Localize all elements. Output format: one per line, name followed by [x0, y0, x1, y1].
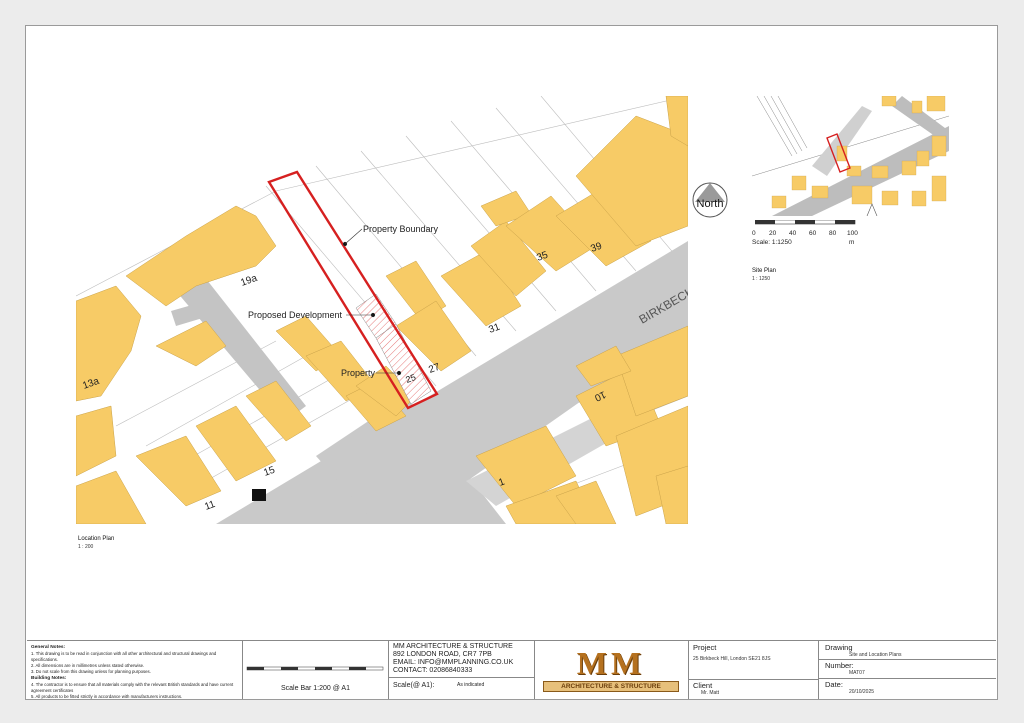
- drawing-label: Drawing: [825, 643, 853, 652]
- site-scale-text: Scale: 1:1250: [752, 239, 792, 246]
- location-plan-caption-scale: 1 : 200: [78, 543, 94, 550]
- building-note-5: 5. All products to be fitted strictly in…: [31, 693, 183, 699]
- location-plan-caption: Location Plan 1 : 200: [78, 536, 114, 550]
- location-plan-map: Property Boundary Proposed Development P…: [76, 96, 688, 524]
- drawing-cell: Drawing Site and Location Plans Number: …: [819, 641, 996, 699]
- firm-address: 892 LONDON ROAD, CR7 7PB: [393, 651, 492, 659]
- site-scale-tick-60: 60: [809, 230, 817, 237]
- firm-email: EMAIL: INFO@MMPLANNING.CO.UK: [393, 659, 514, 667]
- project-value: 25 Birkbeck Hill, London SE21 8JS: [693, 656, 771, 662]
- site-plan-caption-title: Site Plan: [752, 268, 777, 274]
- title-block: General Notes: 1. This drawing is to be …: [27, 640, 996, 699]
- north-label: North: [696, 198, 724, 210]
- firm-contact: CONTACT: 02086840333: [393, 667, 473, 675]
- building-note-4: 4. The contractor is to ensure that all …: [31, 682, 234, 693]
- logo-cell: MM ARCHITECTURE & STRUCTURE: [535, 641, 689, 699]
- site-scale-unit: m: [849, 239, 855, 246]
- number-divider: [819, 678, 996, 679]
- project-divider: [689, 679, 818, 680]
- drawing-value: Site and Location Plans: [849, 652, 902, 658]
- site-plan-caption: Site Plan 1 : 1250: [752, 268, 776, 282]
- firm-divider: [389, 677, 534, 678]
- firm-cell: MM ARCHITECTURE & STRUCTURE 892 LONDON R…: [389, 641, 535, 699]
- scale-value: As indicated: [457, 682, 485, 688]
- general-note-3: 3. Do not scale from this drawing unless…: [31, 668, 151, 674]
- firm-name: MM ARCHITECTURE & STRUCTURE: [393, 643, 513, 650]
- client-value: Mr. Matt: [701, 690, 720, 696]
- house-number-15: 15: [262, 465, 277, 479]
- site-plan-map: [752, 96, 949, 216]
- site-scale-tick-80: 80: [829, 230, 837, 237]
- project-label: Project: [693, 643, 717, 652]
- client-label: Client: [693, 681, 713, 690]
- company-logo: MM ARCHITECTURE & STRUCTURE: [543, 645, 679, 695]
- project-cell: Project 25 Birkbeck Hill, London SE21 8J…: [689, 641, 819, 699]
- scale-label: Scale(@ A1):: [393, 682, 435, 689]
- house-number-11: 11: [203, 499, 217, 513]
- date-label: Date:: [825, 680, 843, 689]
- proposed-development-label: Proposed Development: [248, 310, 343, 320]
- site-scale-tick-100: 100: [847, 230, 858, 237]
- house-number-19a: 19a: [239, 273, 259, 289]
- number-label: Number:: [825, 661, 854, 670]
- number-value: MAT07: [849, 670, 865, 676]
- site-scale-tick-20: 20: [769, 230, 777, 237]
- logo-text: ARCHITECTURE & STRUCTURE: [543, 681, 679, 692]
- location-plan-caption-title: Location Plan: [78, 536, 115, 542]
- site-plan-svg: [752, 96, 949, 216]
- site-scale-tick-40: 40: [789, 230, 797, 237]
- north-arrow: North: [688, 178, 732, 222]
- drawing-divider: [819, 659, 996, 660]
- site-plan-caption-scale: 1 : 1250: [752, 275, 771, 282]
- site-plan-scale-bar: 0 20 40 60 80 100 m Scale: 1:1250: [752, 220, 872, 250]
- general-notes-heading: General Notes:: [31, 645, 66, 650]
- scale-bar-cell: Scale Bar 1:200 @ A1: [243, 641, 389, 699]
- site-scale-tick-0: 0: [752, 230, 756, 237]
- marker-block: [252, 489, 266, 501]
- scale-bar-label: Scale Bar 1:200 @ A1: [281, 685, 350, 692]
- site-scale-graphic: [755, 220, 856, 225]
- general-note-1: 1. This drawing is to be read in conjunc…: [31, 651, 217, 663]
- scale-bar-graphic: [246, 666, 384, 671]
- property-boundary-label: Property Boundary: [363, 224, 439, 234]
- house-number-31: 31: [487, 322, 502, 336]
- location-plan-svg: Property Boundary Proposed Development P…: [76, 96, 688, 524]
- notes-cell: General Notes: 1. This drawing is to be …: [27, 641, 243, 699]
- date-value: 20/10/2025: [849, 689, 875, 695]
- building-notes-heading: Building Notes:: [31, 675, 67, 681]
- property-label: Property: [341, 368, 376, 378]
- logo-letters: MM: [576, 645, 646, 681]
